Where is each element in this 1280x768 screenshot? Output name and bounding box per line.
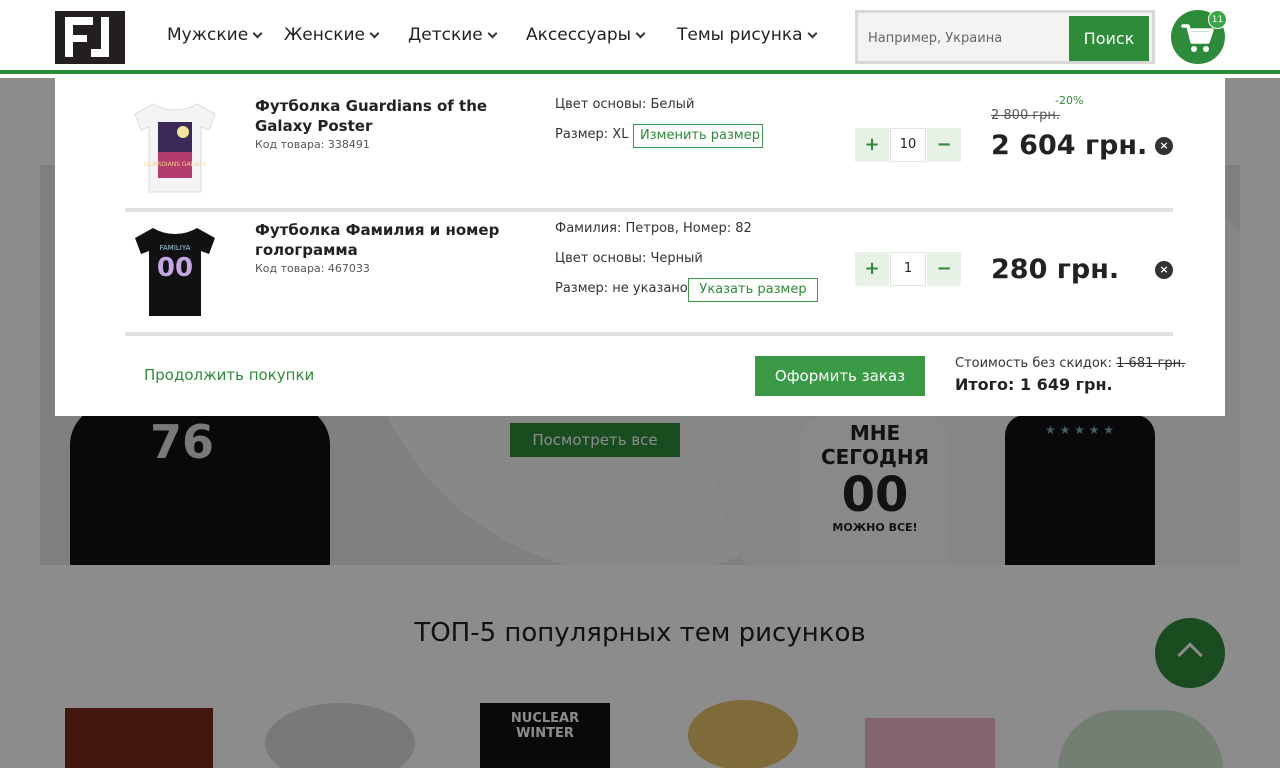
product-option: Цвет основы: Белый xyxy=(555,97,695,112)
divider xyxy=(125,332,1173,336)
divider xyxy=(125,208,1173,212)
cart-count-badge: 11 xyxy=(1208,10,1227,29)
nav-item-themes[interactable]: Темы рисунка xyxy=(677,22,817,48)
minus-button[interactable]: − xyxy=(927,252,961,286)
plus-button[interactable]: + xyxy=(855,128,889,162)
product-name[interactable]: Футболка Фамилия и номер голограмма xyxy=(255,220,545,260)
chevron-down-icon xyxy=(369,28,380,38)
old-price: 2 800 грн. xyxy=(991,108,1061,123)
brand-logo[interactable] xyxy=(55,11,125,64)
product-code: Код товара: 338491 xyxy=(255,138,370,151)
continue-shopping-link[interactable]: Продолжить покупки xyxy=(144,366,314,384)
order-total: Итого: 1 649 грн. xyxy=(955,375,1113,394)
item-price: 2 604 грн. xyxy=(991,130,1148,161)
checkout-button[interactable]: Оформить заказ xyxy=(755,356,925,396)
chevron-down-icon xyxy=(635,28,646,38)
cost-label: Стоимость без скидок: xyxy=(955,356,1113,371)
product-option: Цвет основы: Черный xyxy=(555,251,703,266)
nav-item-men[interactable]: Мужские xyxy=(167,22,284,48)
set-size-button[interactable]: Указать размер xyxy=(688,278,818,302)
nav-label: Темы рисунка xyxy=(677,25,803,45)
cost-value: 1 681 грн. xyxy=(1116,356,1186,371)
cart-item: FAMILIYA 00 Футболка Фамилия и номер гол… xyxy=(125,220,1173,344)
nav-label: Женские xyxy=(284,25,366,45)
chevron-down-icon xyxy=(252,28,263,38)
quantity-stepper: + 1 − xyxy=(855,252,961,286)
nav-label: Аксессуары xyxy=(526,25,632,45)
search-box: Поиск xyxy=(855,10,1155,64)
cart-button[interactable]: 11 xyxy=(1171,10,1227,64)
quantity-stepper: + 10 − xyxy=(855,128,961,162)
remove-item-icon[interactable]: × xyxy=(1155,137,1173,155)
quantity-input[interactable]: 1 xyxy=(890,252,926,286)
search-input[interactable] xyxy=(868,25,1068,51)
search-button[interactable]: Поиск xyxy=(1069,16,1149,61)
nav-item-women[interactable]: Женские xyxy=(284,22,408,48)
cart-item: GUARDIANS GALAXY Футболка Guardians of t… xyxy=(125,94,1173,220)
product-name[interactable]: Футболка Guardians of the Galaxy Poster xyxy=(255,96,545,136)
chevron-down-icon xyxy=(807,28,817,38)
nav-item-kids[interactable]: Детские xyxy=(408,22,526,48)
chevron-down-icon xyxy=(487,28,498,38)
change-size-button[interactable]: Изменить размер xyxy=(633,124,763,148)
item-price: 280 грн. xyxy=(991,254,1120,285)
nav-label: Детские xyxy=(408,25,483,45)
product-image[interactable]: FAMILIYA 00 xyxy=(125,220,225,320)
product-option: Размер: XL xyxy=(555,127,629,142)
minus-button[interactable]: − xyxy=(927,128,961,162)
product-image[interactable]: GUARDIANS GALAXY xyxy=(125,96,225,196)
cost-without-discount: Стоимость без скидок: 1 681 грн. xyxy=(955,356,1185,371)
nav-label: Мужские xyxy=(167,25,249,45)
main-nav: Мужские Женские Детские Аксессуары Темы … xyxy=(167,22,817,48)
cart-popup: GUARDIANS GALAXY Футболка Guardians of t… xyxy=(55,78,1225,416)
product-code: Код товара: 467033 xyxy=(255,262,370,275)
site-header: Мужские Женские Детские Аксессуары Темы … xyxy=(0,0,1280,74)
discount-badge: -20% xyxy=(1055,94,1084,107)
product-option: Фамилия: Петров, Номер: 82 xyxy=(555,221,752,236)
product-option: Размер: не указано xyxy=(555,281,688,296)
nav-item-accessories[interactable]: Аксессуары xyxy=(526,22,677,48)
plus-button[interactable]: + xyxy=(855,252,889,286)
print-number: 00 xyxy=(157,253,193,283)
remove-item-icon[interactable]: × xyxy=(1155,261,1173,279)
print-text: FAMILIYA xyxy=(160,244,191,252)
quantity-input[interactable]: 10 xyxy=(890,128,926,162)
print-text: GUARDIANS GALAXY xyxy=(144,161,206,168)
